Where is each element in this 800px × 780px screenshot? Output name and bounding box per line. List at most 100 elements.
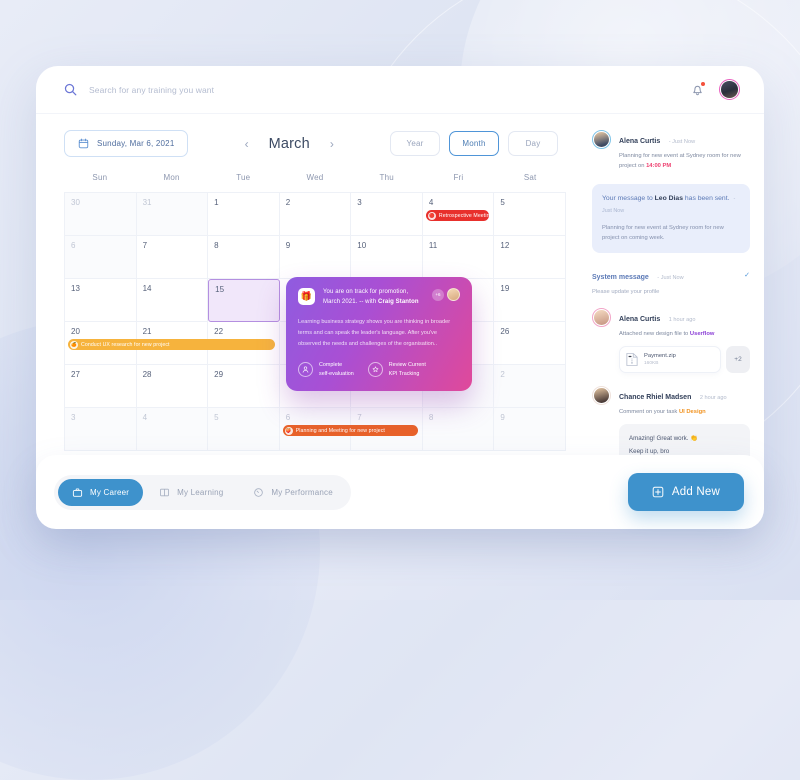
calendar-day-cell[interactable]: 31 bbox=[136, 193, 209, 236]
calendar-day-cell[interactable]: 30 bbox=[65, 193, 137, 236]
prev-month-button[interactable]: ‹ bbox=[245, 138, 249, 150]
calendar-day-cell[interactable]: 5 bbox=[208, 408, 280, 451]
calendar-day-number: 7 bbox=[142, 241, 148, 250]
calendar-day-number: 10 bbox=[357, 241, 367, 250]
calendar-day-cell[interactable]: 8 bbox=[208, 236, 280, 279]
calendar-day-cell[interactable]: 7 bbox=[136, 236, 209, 279]
calendar-day-cell[interactable]: 3 bbox=[65, 408, 137, 451]
calendar-day-cell[interactable]: 1 bbox=[208, 193, 280, 236]
weekday-header: Sun Mon Tue Wed Thu Fri Sat bbox=[64, 173, 566, 192]
view-button-year[interactable]: Year bbox=[390, 131, 440, 156]
calendar-event-chip[interactable]: 🍑 Planning and Meeting for new project bbox=[282, 425, 418, 436]
sent-message-suffix: has been sent. bbox=[683, 195, 730, 203]
promotion-avatars[interactable]: +6 bbox=[432, 288, 460, 301]
notification-author: Alena Curtis bbox=[619, 315, 661, 323]
view-button-day[interactable]: Day bbox=[508, 131, 558, 156]
notification-highlight: 14:00 PM bbox=[646, 163, 672, 170]
calendar-event-chip[interactable]: 🔴 Retrospective Meeting bbox=[425, 210, 490, 221]
avatar bbox=[592, 386, 611, 406]
calendar-day-number: 22 bbox=[214, 327, 224, 336]
calendar-day-cell[interactable]: 14 bbox=[136, 279, 209, 322]
notification-text: Planning for new event at Sydney room fo… bbox=[619, 151, 750, 171]
sent-message-card[interactable]: Your message to Leo Dias has been sent. -… bbox=[592, 184, 750, 253]
attachment-file-name: Payment.zip bbox=[644, 353, 676, 360]
tab-my-career[interactable]: My Career bbox=[58, 478, 144, 506]
attachment-file-card[interactable]: Payment.zip 160KB bbox=[619, 346, 721, 374]
calendar-day-cell[interactable]: 15 bbox=[208, 279, 280, 322]
promotion-action-review-kpi[interactable]: Review Current KPI Tracking bbox=[367, 361, 426, 379]
avatar[interactable] bbox=[719, 79, 740, 100]
notification-badge-dot bbox=[700, 81, 706, 87]
notification-timestamp: - Just Now bbox=[668, 139, 696, 145]
notification-header: Chance Rhiel Madsen 2 hour ago bbox=[619, 386, 727, 404]
tab-my-learning[interactable]: My Learning bbox=[145, 479, 237, 506]
star-badge-icon bbox=[367, 362, 383, 378]
calendar-day-cell[interactable]: 12 bbox=[494, 236, 566, 279]
calendar-day-number: 13 bbox=[71, 284, 80, 293]
calendar-day-cell[interactable]: 9 bbox=[494, 408, 566, 451]
calendar-day-cell[interactable]: 4 bbox=[136, 408, 209, 451]
calendar-day-cell[interactable]: 3 bbox=[351, 193, 423, 236]
search-input[interactable] bbox=[89, 84, 369, 95]
calendar-day-cell[interactable]: 28 bbox=[136, 365, 209, 408]
current-month-label: March bbox=[268, 135, 310, 152]
calendar-icon bbox=[78, 138, 89, 149]
notification-highlight: Userflow bbox=[689, 330, 715, 337]
sent-message-title: Your message to Leo Dias has been sent. -… bbox=[602, 193, 740, 217]
weekday-sun: Sun bbox=[92, 173, 108, 182]
gift-icon: 🎁 bbox=[298, 288, 315, 305]
calendar-day-cell[interactable]: 19 bbox=[494, 279, 566, 322]
system-message-item[interactable]: System message - Just Now ✓ Please updat… bbox=[592, 266, 750, 295]
attachment-file-size: 160KB bbox=[644, 361, 659, 367]
calendar-day-cell[interactable]: 29 bbox=[208, 365, 280, 408]
weekday-mon: Mon bbox=[163, 173, 180, 182]
promotion-action-1-line2: self-evaluation bbox=[319, 370, 354, 377]
calendar-day-cell[interactable]: 2 bbox=[494, 365, 566, 408]
calendar-day-cell[interactable]: 8 bbox=[422, 408, 495, 451]
calendar-day-cell[interactable]: 2 bbox=[279, 193, 352, 236]
calendar-day-number: 20 bbox=[71, 327, 80, 336]
calendar-event-chip[interactable]: 🍊 Conduct UX research for new project bbox=[68, 339, 275, 350]
calendar-day-cell[interactable]: 11 bbox=[422, 236, 495, 279]
calendar-day-number: 6 bbox=[71, 241, 76, 250]
calendar-day-number: 7 bbox=[357, 413, 362, 422]
avatar-image bbox=[721, 81, 738, 98]
attachment-more-count[interactable]: +2 bbox=[726, 346, 750, 374]
promotion-action-2-line1: Review Current bbox=[388, 361, 426, 368]
bell-icon[interactable] bbox=[690, 81, 706, 97]
add-new-button[interactable]: Add New bbox=[627, 473, 744, 511]
calendar-day-number: 5 bbox=[500, 198, 505, 207]
notification-author: Chance Rhiel Madsen bbox=[619, 394, 692, 402]
plus-square-icon bbox=[652, 486, 664, 498]
notification-item[interactable]: Alena Curtis - Just Now Planning for new… bbox=[592, 130, 750, 171]
topbar-actions bbox=[690, 79, 740, 100]
calendar-day-cell[interactable]: 9 bbox=[279, 236, 352, 279]
calendar-day-cell[interactable]: 5 bbox=[494, 193, 566, 236]
promotion-action-2-line2: KPI Tracking bbox=[388, 370, 420, 377]
tab-my-performance[interactable]: My Performance bbox=[239, 479, 346, 506]
book-icon bbox=[160, 488, 170, 496]
calendar-event-label: Planning and Meeting for new project bbox=[295, 427, 385, 434]
notification-text-body: Planning for new event at Sydney room fo… bbox=[619, 153, 741, 170]
system-message-body: Please update your profile bbox=[592, 288, 660, 295]
system-message-timestamp: - Just Now bbox=[657, 274, 684, 281]
promotion-card[interactable]: 🎁 You are on track for promotion, March … bbox=[286, 277, 472, 391]
view-button-month[interactable]: Month bbox=[449, 131, 499, 156]
zip-file-icon bbox=[626, 353, 638, 366]
promotion-action-label: Complete self-evaluation bbox=[319, 361, 354, 379]
date-picker-button[interactable]: Sunday, Mar 6, 2021 bbox=[64, 130, 189, 157]
promotion-action-complete-self-evaluation[interactable]: Complete self-evaluation bbox=[298, 361, 354, 379]
calendar-day-number: 27 bbox=[71, 370, 80, 379]
calendar-day-cell[interactable]: 6 bbox=[65, 236, 137, 279]
calendar-day-number: 30 bbox=[71, 198, 80, 207]
calendar-day-number: 11 bbox=[428, 241, 438, 250]
calendar-day-cell[interactable]: 26 bbox=[494, 322, 566, 365]
calendar-day-number: 31 bbox=[142, 198, 152, 207]
calendar-day-number: 1 bbox=[214, 198, 219, 207]
calendar-day-cell[interactable]: 10 bbox=[351, 236, 423, 279]
calendar-day-cell[interactable]: 13 bbox=[65, 279, 137, 322]
next-month-button[interactable]: › bbox=[330, 138, 334, 150]
calendar-day-cell[interactable]: 27 bbox=[65, 365, 137, 408]
attachment-notification-item[interactable]: Alena Curtis 1 hour ago Attached new des… bbox=[592, 307, 750, 374]
search-bar[interactable] bbox=[64, 83, 690, 96]
